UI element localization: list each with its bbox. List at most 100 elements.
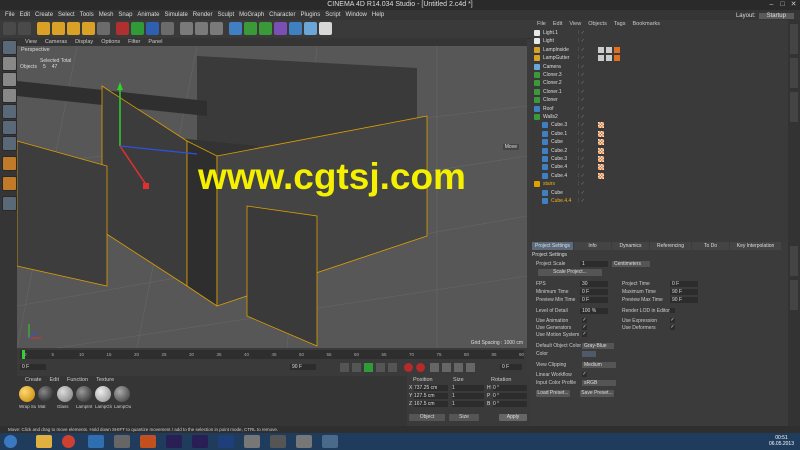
load-preset-button[interactable]: Load Preset...	[536, 390, 570, 397]
array-icon[interactable]	[259, 22, 272, 35]
object-menu-bookmarks[interactable]: Bookmarks	[632, 20, 660, 28]
prev-frame-icon[interactable]	[352, 363, 361, 372]
object-row[interactable]: Roof ⁞ ✓	[534, 105, 782, 113]
visibility-dots[interactable]: ⁞ ✓	[578, 180, 585, 188]
visibility-dots[interactable]: ⁞ ✓	[578, 105, 585, 113]
illustrator-icon[interactable]	[140, 435, 156, 448]
menu-simulate[interactable]: Simulate	[164, 10, 187, 20]
coord-mode-object[interactable]: Object	[409, 414, 445, 421]
object-name[interactable]: Cloner	[543, 96, 558, 104]
object-name[interactable]: Light.1	[543, 29, 558, 37]
object-row[interactable]: Light ⁞ ✓	[534, 37, 782, 45]
scale-project-button[interactable]: Scale Project...	[538, 269, 602, 276]
object-row[interactable]: Walls2 ⁞ ✓	[534, 113, 782, 121]
object-name[interactable]: Roof	[543, 105, 554, 113]
object-name[interactable]: Cube.1	[551, 130, 567, 138]
coord-rotation-field[interactable]: 0 °	[493, 393, 527, 399]
attr-tab-to-do[interactable]: To Do	[692, 242, 729, 250]
visibility-dots[interactable]: ⁞ ✓	[578, 172, 585, 180]
visibility-dots[interactable]: ⁞ ✓	[578, 71, 585, 79]
lod-field[interactable]: 100 %	[580, 308, 608, 314]
object-menu-objects[interactable]: Objects	[588, 20, 607, 28]
attr-tab-key-interpolation[interactable]: Key Interpolation	[730, 242, 781, 250]
object-name[interactable]: LampInside	[543, 46, 569, 54]
goto-end-icon[interactable]	[388, 363, 397, 372]
object-row[interactable]: LampGutter ⁞ ✓	[534, 54, 782, 62]
visibility-dots[interactable]: ⁞ ✓	[578, 155, 585, 163]
max-time-field[interactable]: 90 F	[670, 289, 698, 295]
make-editable-icon[interactable]	[2, 40, 17, 55]
use-deformers-checkbox[interactable]: ✓	[670, 325, 675, 330]
texture-tag-icon[interactable]	[598, 139, 604, 146]
visibility-dots[interactable]: ⁞ ✓	[578, 113, 585, 121]
object-row[interactable]: stairs ⁞ ✓	[534, 180, 782, 188]
key-rotation-icon[interactable]	[454, 363, 463, 372]
material-tag-icon[interactable]	[614, 55, 620, 62]
key-position-icon[interactable]	[430, 363, 439, 372]
linear-workflow-checkbox[interactable]: ✓	[582, 372, 587, 377]
viewport-menu-view[interactable]: View	[25, 38, 37, 46]
camera-icon[interactable]	[304, 22, 317, 35]
object-name[interactable]: Cube.3	[551, 155, 567, 163]
visibility-dots[interactable]: ⁞ ✓	[578, 147, 585, 155]
visibility-dots[interactable]: ⁞ ✓	[578, 46, 585, 54]
menu-help[interactable]: Help	[372, 10, 384, 20]
render-picture-viewer-icon[interactable]	[195, 22, 208, 35]
object-row[interactable]: LampInside ⁞ ✓	[534, 46, 782, 54]
coord-size-field[interactable]: 1	[452, 393, 484, 399]
coord-position-field[interactable]: 167.5 cm	[414, 401, 448, 407]
object-row[interactable]: Cloner ⁞ ✓	[534, 96, 782, 104]
subdivision-icon[interactable]	[244, 22, 257, 35]
object-row[interactable]: Cube ⁞ ✓	[534, 189, 782, 197]
floor-icon[interactable]	[289, 22, 302, 35]
scale-tool-icon[interactable]	[67, 22, 80, 35]
material-item[interactable]: LampOu	[114, 386, 131, 412]
attr-tab-info[interactable]: Info	[574, 242, 611, 250]
object-row[interactable]: Camera ⁞ ✓	[534, 63, 782, 71]
timeline[interactable]: 0 5 10 15 20 25 30 35 40 45 50 55 60 65 70 75 80 85 90 0 F…	[17, 348, 527, 376]
material-item[interactable]: Mat	[38, 386, 55, 412]
start-button-icon[interactable]	[4, 435, 17, 448]
fps-field[interactable]: 30	[580, 281, 608, 287]
photoshop-icon[interactable]	[218, 435, 234, 448]
coord-mode-size[interactable]: Size	[449, 414, 479, 421]
render-lod-checkbox[interactable]	[670, 308, 675, 313]
object-name[interactable]: Cube.4	[551, 163, 567, 171]
object-row[interactable]: Cloner.3 ⁞ ✓	[534, 71, 782, 79]
texture-tag-icon[interactable]	[598, 130, 604, 137]
object-row[interactable]: Cube ⁞ ✓	[534, 138, 782, 146]
material-item[interactable]: Glass	[57, 386, 74, 412]
object-name[interactable]: Cube.3	[551, 121, 567, 129]
viewport-menu-filter[interactable]: Filter	[128, 38, 140, 46]
object-row[interactable]: Cube.3 ⁞ ✓	[534, 121, 782, 129]
content-browser-tab[interactable]	[790, 58, 798, 88]
preview-min-field[interactable]: 0 F	[580, 297, 608, 303]
use-generators-checkbox[interactable]: ✓	[582, 325, 587, 330]
use-animation-checkbox[interactable]: ✓	[582, 318, 587, 323]
render-settings-icon[interactable]	[210, 22, 223, 35]
menu-plugins[interactable]: Plugins	[301, 10, 321, 20]
minimize-button[interactable]: –	[767, 1, 776, 8]
object-name[interactable]: Cube	[551, 138, 563, 146]
attributes-tab[interactable]	[790, 246, 798, 276]
project-scale-unit[interactable]: Centimeters	[612, 261, 650, 267]
app2-icon[interactable]	[114, 435, 130, 448]
visibility-dots[interactable]: ⁞ ✓	[578, 96, 585, 104]
visibility-dots[interactable]: ⁞ ✓	[578, 121, 585, 129]
texture-tag-icon[interactable]	[598, 122, 604, 129]
apply-button[interactable]: Apply	[499, 414, 527, 421]
coord-rotation-field[interactable]: 0 °	[493, 385, 527, 391]
x-axis-icon[interactable]	[116, 22, 129, 35]
goto-start-icon[interactable]	[340, 363, 349, 372]
light-icon[interactable]	[319, 22, 332, 35]
object-row[interactable]: Cube.3 ⁞ ✓	[534, 155, 782, 163]
object-name[interactable]: Cube.4	[551, 172, 567, 180]
object-row[interactable]: Cube.4.4 ⁞ ✓	[534, 197, 782, 205]
current-frame-field[interactable]: 0 F	[500, 364, 522, 370]
material-item[interactable]: Wrap Sub	[19, 386, 36, 412]
object-menu-tags[interactable]: Tags	[614, 20, 626, 28]
y-axis-icon[interactable]	[131, 22, 144, 35]
snap-icon[interactable]	[2, 196, 17, 211]
object-menu-edit[interactable]: Edit	[553, 20, 562, 28]
axis-mode-icon[interactable]	[2, 156, 17, 171]
